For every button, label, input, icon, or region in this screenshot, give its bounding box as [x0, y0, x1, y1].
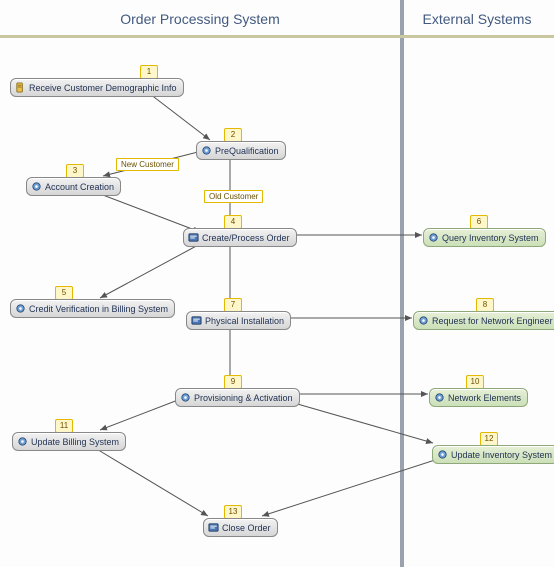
node-account-creation[interactable]: Account Creation — [26, 177, 121, 196]
node-label: Update Billing System — [31, 437, 119, 447]
node-provisioning-activation[interactable]: Provisioning & Activation — [175, 388, 300, 407]
node-badge-10: 10 — [466, 375, 484, 389]
node-badge-4: 4 — [224, 215, 242, 229]
gear-icon — [418, 315, 429, 326]
node-request-engineer[interactable]: Request for Network Engineer visit — [413, 311, 554, 330]
node-label: Network Elements — [448, 393, 521, 403]
gear-icon — [31, 181, 42, 192]
form-icon — [191, 315, 202, 326]
edge-label-new-customer: New Customer — [116, 158, 179, 171]
node-prequalification[interactable]: PreQualification — [196, 141, 286, 160]
node-label: Create/Process Order — [202, 233, 290, 243]
node-label: PreQualification — [215, 146, 279, 156]
node-badge-1: 1 — [140, 65, 158, 79]
node-label: Physical Installation — [205, 316, 284, 326]
node-label: Account Creation — [45, 182, 114, 192]
form-icon — [188, 232, 199, 243]
node-credit-verification[interactable]: Credit Verification in Billing System — [10, 299, 175, 318]
node-update-billing[interactable]: Update Billing System — [12, 432, 126, 451]
gear-icon — [15, 303, 26, 314]
receive-icon — [15, 82, 26, 93]
node-close-order[interactable]: Close Order — [203, 518, 278, 537]
node-label: Close Order — [222, 523, 271, 533]
node-badge-7: 7 — [224, 298, 242, 312]
node-receive-customer-info[interactable]: Receive Customer Demographic Info — [10, 78, 184, 97]
lane-header-ops: Order Processing System — [0, 0, 400, 38]
gear-icon — [434, 392, 445, 403]
lane-divider — [400, 0, 404, 567]
gear-icon — [180, 392, 191, 403]
node-badge-8: 8 — [476, 298, 494, 312]
node-label: Query Inventory System — [442, 233, 539, 243]
gear-icon — [17, 436, 28, 447]
gear-icon — [201, 145, 212, 156]
edge-label-old-customer: Old Customer — [204, 190, 263, 203]
node-badge-9: 9 — [224, 375, 242, 389]
node-physical-installation[interactable]: Physical Installation — [186, 311, 291, 330]
lane-header-ext: External Systems — [400, 0, 554, 38]
node-label: Request for Network Engineer visit — [432, 316, 554, 326]
node-badge-6: 6 — [470, 215, 488, 229]
node-badge-13: 13 — [224, 505, 242, 519]
node-badge-2: 2 — [224, 128, 242, 142]
node-query-inventory[interactable]: Query Inventory System — [423, 228, 546, 247]
node-badge-5: 5 — [55, 286, 73, 300]
gear-icon — [437, 449, 448, 460]
node-update-inventory[interactable]: Update Inventory System — [432, 445, 554, 464]
node-badge-3: 3 — [66, 164, 84, 178]
node-label: Credit Verification in Billing System — [29, 304, 168, 314]
node-label: Provisioning & Activation — [194, 393, 293, 403]
gear-icon — [428, 232, 439, 243]
node-create-process-order[interactable]: Create/Process Order — [183, 228, 297, 247]
node-network-elements[interactable]: Network Elements — [429, 388, 528, 407]
node-badge-11: 11 — [55, 419, 73, 433]
node-badge-12: 12 — [480, 432, 498, 446]
form-icon — [208, 522, 219, 533]
node-label: Receive Customer Demographic Info — [29, 83, 177, 93]
node-label: Update Inventory System — [451, 450, 552, 460]
